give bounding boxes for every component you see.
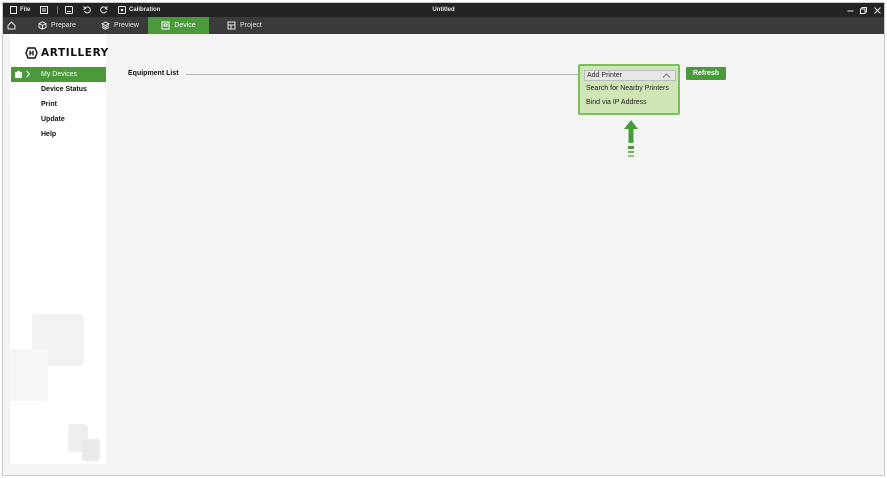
device-icon — [161, 21, 170, 30]
chevron-up-icon — [662, 72, 671, 79]
title-bar: File Calibration Untitled — [3, 3, 884, 17]
app-window: File Calibration Untitled Prepare Previe… — [2, 2, 885, 476]
chevron-right-icon — [25, 70, 31, 78]
sidebar-item-print[interactable]: Print — [41, 101, 57, 108]
tab-prepare[interactable]: Prepare — [38, 17, 76, 34]
add-printer-dropdown: Add Printer Search for Nearby Printers B… — [578, 64, 680, 115]
decorative-square — [10, 349, 48, 401]
restore-button[interactable] — [857, 3, 869, 17]
sidebar-item-help[interactable]: Help — [41, 131, 56, 138]
tab-preview[interactable]: Preview — [101, 17, 139, 34]
decorative-square — [82, 439, 100, 461]
tab-project[interactable]: Project — [227, 17, 262, 34]
tab-device-label: Device — [174, 22, 196, 29]
bind-ip-address-option[interactable]: Bind via IP Address — [586, 99, 647, 106]
home-icon — [7, 21, 16, 30]
sidebar: ARTILLERY My Devices Device Status Print… — [10, 34, 109, 464]
up-arrow-indicator-icon — [623, 120, 639, 162]
devices-icon — [15, 71, 22, 78]
restore-icon — [859, 6, 867, 14]
tab-home[interactable] — [7, 17, 19, 34]
minimize-icon — [847, 10, 853, 11]
logo-text: ARTILLERY — [41, 47, 109, 59]
add-printer-label: Add Printer — [587, 72, 623, 79]
sidebar-item-my-devices[interactable]: My Devices — [11, 67, 106, 82]
sidebar-item-device-status[interactable]: Device Status — [41, 86, 87, 93]
close-button[interactable] — [871, 3, 883, 17]
cube-icon — [38, 21, 47, 30]
logo-mark-icon — [25, 47, 38, 59]
add-printer-button[interactable]: Add Printer — [584, 70, 676, 81]
tab-prepare-label: Prepare — [51, 22, 76, 29]
tab-preview-label: Preview — [114, 22, 139, 29]
tab-device[interactable]: Device — [148, 17, 209, 34]
project-icon — [227, 21, 236, 30]
layers-icon — [101, 21, 110, 30]
sidebar-item-update[interactable]: Update — [41, 116, 65, 123]
minimize-button[interactable] — [844, 3, 856, 17]
main-tab-bar: Prepare Preview Device Project — [3, 17, 884, 34]
sidebar-item-label: My Devices — [41, 71, 78, 78]
tab-project-label: Project — [240, 22, 262, 29]
refresh-button[interactable]: Refresh — [686, 67, 726, 80]
search-nearby-printers-option[interactable]: Search for Nearby Printers — [586, 85, 669, 92]
artillery-logo: ARTILLERY — [25, 46, 109, 60]
divider-line — [186, 74, 579, 75]
equipment-list-label: Equipment List — [128, 70, 179, 77]
window-title: Untitled — [432, 7, 455, 13]
close-icon — [873, 6, 881, 14]
